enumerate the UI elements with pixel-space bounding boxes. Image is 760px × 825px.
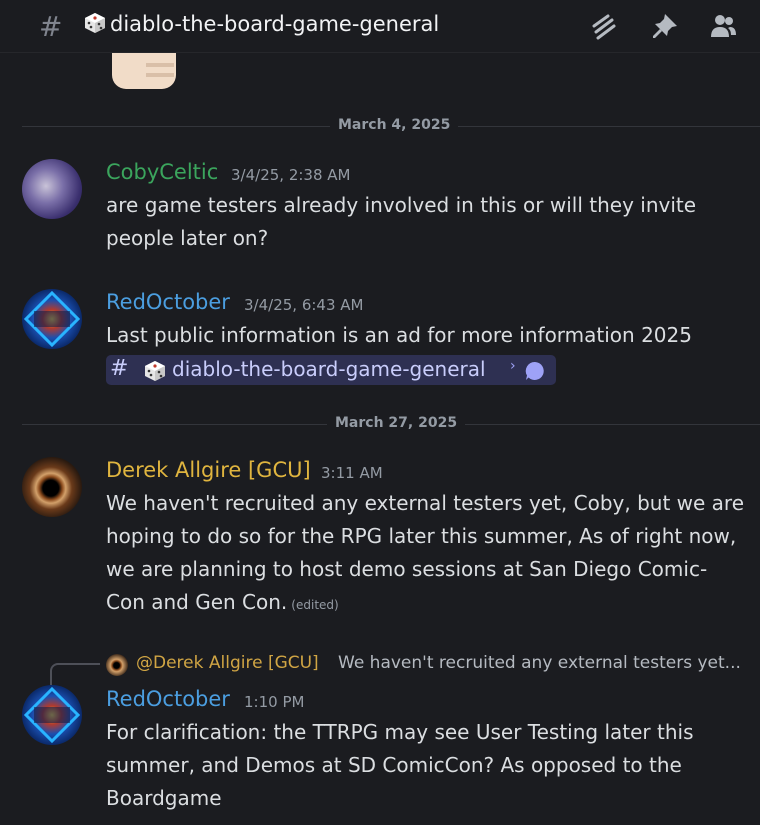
date-divider: March 27, 2025: [22, 415, 760, 431]
reply-connector: [50, 663, 100, 685]
timestamp: 1:10 PM: [244, 693, 305, 711]
message-text: are game testers already involved in thi…: [106, 189, 746, 255]
message-line: Boardgame: [106, 786, 222, 810]
date-divider-label: March 27, 2025: [327, 415, 466, 431]
message-line-text: Con and Gen Con.: [106, 590, 288, 614]
hashtag-icon: #: [110, 356, 129, 381]
message-line: summer, and Demos at SD ComicCon? As opp…: [106, 753, 682, 777]
timestamp: 3/4/25, 2:38 AM: [231, 166, 351, 184]
red-october-logo: [23, 686, 81, 744]
hashtag-icon: #: [39, 10, 63, 43]
channel-title[interactable]: diablo-the-board-game-general: [84, 12, 439, 36]
message-line: people later on?: [106, 226, 269, 250]
timestamp: 3/4/25, 6:43 AM: [244, 296, 364, 314]
dice-icon: [145, 361, 165, 381]
message-line: we are planning to host demo sessions at…: [106, 557, 708, 581]
chevron-right-icon: ›: [510, 358, 516, 374]
reply-preview[interactable]: We haven't recruited any external tester…: [338, 653, 741, 673]
avatar[interactable]: [22, 289, 82, 349]
avatar[interactable]: [22, 685, 82, 745]
avatar[interactable]: [22, 159, 82, 219]
pin-icon[interactable]: [651, 12, 679, 40]
channel-name: diablo-the-board-game-general: [110, 12, 440, 36]
thread-bubble-icon: [525, 361, 544, 380]
members-icon[interactable]: [709, 12, 737, 40]
red-october-logo: [23, 290, 81, 348]
message-text: We haven't recruited any external tester…: [106, 487, 746, 622]
date-divider: March 4, 2025: [22, 117, 760, 133]
thumbs-up-emoji: [112, 53, 176, 89]
threads-icon[interactable]: [590, 12, 618, 40]
reply-author[interactable]: @Derek Allgire [GCU]: [136, 653, 319, 673]
reply-avatar: [106, 654, 128, 676]
message-line: Last public information is an ad for mor…: [106, 323, 692, 347]
date-divider-label: March 4, 2025: [330, 117, 459, 133]
username[interactable]: Derek Allgire [GCU]: [106, 458, 311, 482]
message-text: For clarification: the TTRPG may see Use…: [106, 716, 746, 815]
username[interactable]: CobyCeltic: [106, 160, 218, 184]
message-line: Con and Gen Con. (edited): [106, 586, 746, 622]
message-text: Last public information is an ad for mor…: [106, 319, 746, 352]
username[interactable]: RedOctober: [106, 687, 230, 711]
mention-channel-name: diablo-the-board-game-general: [172, 357, 486, 381]
username[interactable]: RedOctober: [106, 290, 230, 314]
dice-icon: [85, 13, 105, 33]
message-line: hoping to do so for the RPG later this s…: [106, 524, 737, 548]
message-line: are game testers already involved in thi…: [106, 193, 697, 217]
timestamp: 3:11 AM: [321, 464, 383, 482]
avatar[interactable]: [22, 457, 82, 517]
channel-header: # diablo-the-board-game-general: [0, 0, 760, 53]
message-line: We haven't recruited any external tester…: [106, 491, 745, 515]
channel-mention[interactable]: # diablo-the-board-game-general ›: [106, 355, 556, 385]
edited-label: (edited): [291, 598, 339, 612]
message-line: For clarification: the TTRPG may see Use…: [106, 720, 694, 744]
